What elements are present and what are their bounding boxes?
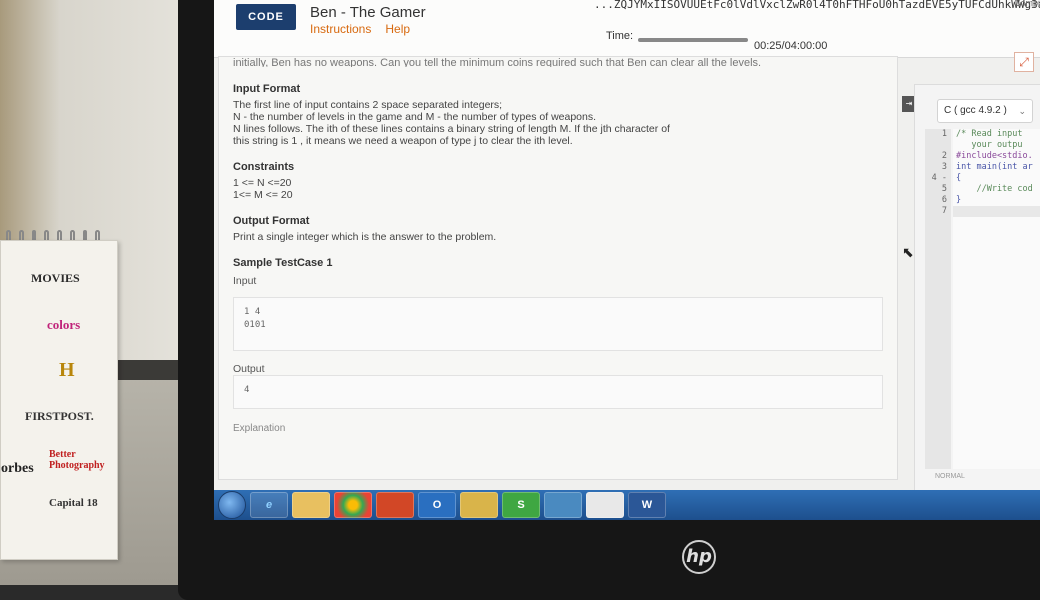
output-format-title: Output Format [233,215,310,227]
calendar-logo: H [59,359,75,381]
sample-testcase-title: Sample TestCase 1 [233,257,333,269]
line-number: 7 [941,206,947,216]
statement-text: Print a single integer which is the answ… [233,231,497,243]
timer-value: 00:25/04:00:00 [754,40,828,52]
line-number: 6 [941,195,947,205]
hp-logo: hp [682,540,716,574]
calendar-logo: FIRSTPOST. [25,409,94,423]
line-number: 2 [941,151,947,161]
statement-text: N lines follows. The ith of these lines … [233,123,670,135]
line-number [925,140,951,151]
constraint-text: 1 <= N <=20 [233,177,292,189]
statement-text: The first line of input contains 2 space… [233,99,503,111]
acrobat-icon[interactable] [586,492,624,518]
screen: ...ZQJYMxIISOVUUEtFc0lVdlVxclZwR0l4T0hFT… [214,0,1040,520]
explanation-label: Explanation [233,423,286,434]
problem-statement: initially, Ben has no weapons. Can you t… [218,56,898,480]
line-number: 5 [941,184,947,194]
file-explorer-icon[interactable] [292,492,330,518]
start-button[interactable] [218,491,246,519]
language-select[interactable]: C ( gcc 4.9.2 ) ⌄ [937,99,1033,123]
sample-input-line: 1 4 [244,307,261,317]
editor-mode-indicator: NORMAL [935,473,965,480]
code-line: } [956,195,962,205]
statement-text: N - the number of levels in the game and… [233,111,597,123]
address-bar[interactable]: ...ZQJYMxIISOVUUEtFc0lVdlVxclZwR0l4T0hFT… [594,0,1040,11]
line-number: 4 - [931,173,947,183]
timer-label: Time: [606,30,634,42]
fullscreen-icon[interactable]: ⤢ [1014,52,1034,72]
calendar-logo: orbes [1,461,34,476]
statement-text: initially, Ben has no weapons. Can you t… [233,57,762,67]
code-line-active [953,206,1040,217]
calendar-logo: colors [47,317,81,332]
desk-calendar: MOVIES colors H FIRSTPOST. Better Photog… [0,240,118,560]
code-input[interactable]: /* Read input your outpu #include<stdio.… [953,129,1040,469]
app-header: ...ZQJYMxIISOVUUEtFc0lVdlVxclZwR0l4T0hFT… [214,0,1040,58]
input-format-title: Input Format [233,83,301,95]
sample-output-box: 4 [233,375,883,409]
browser-tab[interactable]: Compi [1014,0,1040,8]
windows-taskbar: e O S W [214,490,1040,520]
code-line: #include<stdio. [956,151,1033,161]
sample-output-label: Output [233,363,265,375]
word-icon[interactable]: W [628,492,666,518]
skype-icon[interactable]: S [502,492,540,518]
code-line: /* Read input [956,129,1023,139]
room-background: MOVIES colors H FIRSTPOST. Better Photog… [0,0,1040,600]
line-number: 3 [941,162,947,172]
calendar-logo: MOVIES [31,271,80,285]
constraints-title: Constraints [233,161,295,173]
line-number-gutter: 1 2 3 4 - 5 6 7 [925,129,951,469]
code-line: { [956,173,962,183]
code-line: //Write cod [956,184,1033,194]
internet-explorer-icon[interactable]: e [250,492,288,518]
chevron-down-icon: ⌄ [1018,106,1026,116]
code-line: your outpu [956,140,1023,150]
header-nav: Instructions Help [310,22,410,36]
site-logo[interactable]: CODE [236,4,296,30]
app-icon[interactable] [544,492,582,518]
instructions-link[interactable]: Instructions [310,22,371,36]
chrome-icon[interactable] [334,492,372,518]
sample-input-box: 1 4 0101 [233,297,883,351]
calendar-logo: Better Photography [49,449,105,471]
constraint-text: 1<= M <= 20 [233,189,293,201]
help-link[interactable]: Help [385,22,410,36]
mouse-cursor-icon: ⬉ [902,244,914,260]
page-title: Ben - The Gamer [310,4,426,21]
language-value: C ( gcc 4.9.2 ) [944,105,1007,116]
outlook-icon[interactable]: O [418,492,456,518]
code-line: int main(int ar [956,162,1033,172]
powerpoint-icon[interactable] [376,492,414,518]
calendar-logo: Capital 18 [49,497,98,509]
line-number: 1 [941,129,947,139]
sample-input-label: Input [233,275,257,287]
sample-input-line: 0101 [244,320,266,330]
timer-progress-bar [638,38,748,42]
sample-output-line: 4 [244,385,250,395]
code-editor: C ( gcc 4.9.2 ) ⌄ 1 2 3 4 - 5 6 7 /* Rea… [914,84,1040,494]
folder-icon[interactable] [460,492,498,518]
statement-text: this string is 1 , it means we need a we… [233,135,573,147]
